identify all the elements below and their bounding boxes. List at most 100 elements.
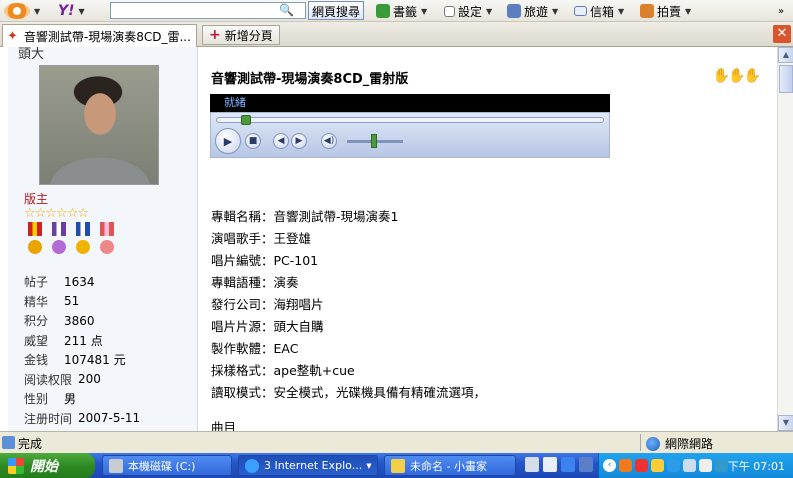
play-button[interactable]: ▶ <box>215 128 241 154</box>
seek-handle[interactable] <box>241 115 251 125</box>
tray-app-icon[interactable] <box>715 459 728 472</box>
author-panel: 頭大 版主 ☆☆☆☆☆☆ 帖子 1634 精华 51 积分 3860 威望 211 点金钱 10… <box>8 47 198 431</box>
auction-label: 拍賣 <box>657 4 682 19</box>
windows-flag-icon <box>8 457 24 474</box>
browser-toolbar: ▼ Y! ▼ 🔍 網頁搜尋 書籤 ▼ 設定 ▼ 旅遊 ▼ 信箱 ▼ 拍賣 ▼ » <box>0 0 793 22</box>
close-tab-button[interactable]: ✕ <box>773 25 791 43</box>
toolbar-overflow-button[interactable]: » <box>778 2 784 20</box>
network-icon[interactable] <box>683 459 696 472</box>
previous-button[interactable]: ◀ <box>273 133 289 149</box>
scroll-down-button[interactable]: ▼ <box>778 415 793 431</box>
author-stats: 帖子 1634 精华 51 积分 3860 威望 211 点金钱 107481 元阅读权限 200… <box>24 272 140 428</box>
travel-label: 旅遊 <box>524 4 549 19</box>
medal-icon <box>48 222 70 256</box>
author-name[interactable]: 頭大 <box>18 47 44 62</box>
stat-label: 精华 <box>24 294 49 309</box>
status-bar: 完成 網際網路 <box>0 431 793 453</box>
start-label: 開始 <box>30 458 58 475</box>
avatar <box>39 65 159 185</box>
pen-icon[interactable] <box>543 457 557 472</box>
stat-row: 金钱 107481 元 <box>24 350 140 370</box>
settings-button[interactable]: 設定 ▼ <box>444 2 492 20</box>
taskbar-item-label: 3 Internet Explo... <box>264 459 363 472</box>
tab-active-label: 音響測試帶-現場演奏8CD_雷... <box>23 29 191 44</box>
stat-label: 阅读权限 <box>24 372 73 387</box>
close-icon: ✕ <box>776 26 788 41</box>
vertical-scrollbar[interactable]: ▲ ▼ <box>777 47 793 431</box>
envelope-icon <box>574 6 587 16</box>
tab-active[interactable]: ✦ 音響測試帶-現場演奏8CD_雷... <box>2 24 197 47</box>
speaker-icon[interactable] <box>699 459 712 472</box>
medal-icon <box>24 222 46 256</box>
eye-icon <box>4 3 30 19</box>
stat-value: 3860 <box>64 313 95 328</box>
keyboard-icon[interactable] <box>525 457 539 472</box>
travel-button[interactable]: 旅遊 ▼ <box>507 2 558 20</box>
bookmarks-label: 書籤 <box>393 4 418 19</box>
start-button[interactable]: 開始 <box>0 453 95 478</box>
stat-value: 51 <box>64 294 80 309</box>
new-tab-label: 新增分頁 <box>224 28 273 43</box>
stat-value: 男 <box>64 392 77 407</box>
mail-button[interactable]: 信箱 ▼ <box>574 2 624 20</box>
bookmarks-button[interactable]: 書籤 ▼ <box>376 2 427 20</box>
mute-button[interactable]: ◀) <box>321 133 337 149</box>
next-icon: ▶ <box>295 136 303 146</box>
previous-icon: ◀ <box>277 136 285 146</box>
player-controls: ▶ ■ ◀ ▶ ◀) <box>210 112 610 158</box>
stat-label: 威望 <box>24 333 49 348</box>
help-icon[interactable] <box>561 457 575 472</box>
paint-icon <box>391 458 405 473</box>
stat-row: 精华 51 <box>24 292 140 312</box>
stop-button[interactable]: ■ <box>245 133 261 149</box>
web-search-button[interactable]: 網頁搜尋 <box>308 1 365 20</box>
clock[interactable]: 下午 07:01 <box>728 458 785 474</box>
keyboard-layout-icon[interactable] <box>579 457 593 472</box>
seek-bar[interactable] <box>216 117 604 123</box>
tracklist-heading: 曲目 <box>211 420 237 431</box>
volume-handle[interactable] <box>371 134 377 148</box>
rating-thumbs-icon[interactable]: ✋✋✋ <box>713 68 761 84</box>
ie-icon <box>245 458 259 473</box>
speaker-icon: ◀) <box>323 136 335 146</box>
album-info-row: 製作軟體：EAC <box>211 341 299 356</box>
pin-icon: ✦ <box>7 28 18 44</box>
medal-icon <box>72 222 94 256</box>
taskbar: 開始 本機磁碟 (C:) 3 Internet Explo... ▼ 未命名 -… <box>0 453 793 478</box>
security-zone-label: 網際網路 <box>665 437 714 451</box>
back-button[interactable]: ▼ <box>4 2 40 20</box>
new-tab-button[interactable]: + 新增分頁 <box>202 25 280 45</box>
player-status: 就緒 <box>210 94 610 112</box>
chevron-down-icon: ▼ <box>486 6 493 16</box>
tray-app-icon[interactable] <box>651 459 664 472</box>
post-body: 音響測試帶-現場演奏8CD_雷射版 ✋✋✋ 就緒 ▶ ■ ◀ ▶ ◀) 專輯名稱… <box>199 47 777 431</box>
taskbar-item-explorer[interactable]: 本機磁碟 (C:) <box>102 455 232 476</box>
chevron-down-icon: ▼ <box>34 6 41 16</box>
drive-icon <box>109 458 123 473</box>
album-info-row: 採樣格式：ape整軌+cue <box>211 363 355 378</box>
stat-row: 帖子 1634 <box>24 272 140 292</box>
search-input[interactable] <box>110 2 306 19</box>
tray-app-icon[interactable] <box>619 459 632 472</box>
security-zone[interactable]: 網際網路 <box>646 435 713 452</box>
tray-app-icon[interactable] <box>667 459 680 472</box>
chevron-down-icon: ▼ <box>552 6 559 16</box>
divider <box>640 434 641 451</box>
chevron-left-icon[interactable]: ‹ <box>603 459 616 472</box>
next-button[interactable]: ▶ <box>291 133 307 149</box>
taskbar-item-paint[interactable]: 未命名 - 小畫家 <box>384 455 516 476</box>
auction-button[interactable]: 拍賣 ▼ <box>640 2 691 20</box>
stat-value: 1634 <box>64 274 95 289</box>
album-info-row: 專輯語種：演奏 <box>211 275 299 290</box>
album-info: 專輯名稱：音響測試帶-現場演奏1 演唱歌手：王登雄 唱片編號：PC-101 專輯語種：… <box>211 206 486 404</box>
tray-app-icon[interactable] <box>635 459 648 472</box>
scroll-up-button[interactable]: ▲ <box>778 47 793 63</box>
scroll-thumb[interactable] <box>779 65 793 93</box>
stat-label: 帖子 <box>24 275 49 290</box>
search-icon[interactable]: 🔍 <box>279 3 295 18</box>
album-info-row: 唱片編號：PC-101 <box>211 253 319 268</box>
taskbar-item-ie[interactable]: 3 Internet Explo... ▼ <box>238 455 378 476</box>
yahoo-logo-icon: Y! <box>58 3 75 19</box>
yahoo-button[interactable]: Y! ▼ <box>58 2 85 20</box>
stat-value: 107481 元 <box>64 353 126 368</box>
